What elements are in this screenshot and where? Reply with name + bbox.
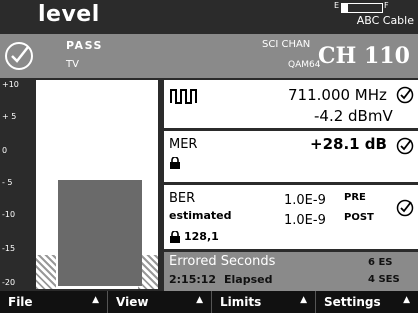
- ber-label: BER: [169, 191, 196, 206]
- mer-value: +28.1 dB: [310, 135, 387, 153]
- level-meter: +10 + 5 0 - 5 -10 -15 -20: [0, 78, 160, 291]
- level-bar: [58, 179, 142, 286]
- pass-check-icon: [5, 42, 33, 70]
- battery-full-label: F: [384, 1, 389, 10]
- ber-check-icon: [396, 199, 414, 217]
- battery-empty-label: E: [334, 1, 340, 10]
- lock-icon: [170, 157, 180, 169]
- scale-label: -10: [2, 210, 16, 219]
- errored-seconds-panel[interactable]: Errored Seconds 2:15:12 Elapsed 6 ES 4 S…: [164, 252, 418, 291]
- pass-status: PASS: [66, 39, 103, 52]
- settings-softkey[interactable]: Settings ▲: [316, 291, 418, 313]
- limits-label: Limits: [220, 295, 262, 309]
- file-softkey[interactable]: File ▲: [0, 291, 108, 313]
- elapsed-label: Elapsed: [224, 273, 273, 286]
- level-value: -4.2 dBmV: [314, 107, 393, 125]
- ber-post-value: 1.0E-9: [284, 213, 326, 228]
- errored-seconds-label: Errored Seconds: [169, 254, 276, 269]
- level-check-icon: [396, 86, 414, 104]
- view-label: View: [116, 295, 149, 309]
- ber-lock-value: 128,1: [184, 230, 219, 243]
- mode-label: ABC Cable: [356, 14, 414, 27]
- ses-count: 4 SES: [368, 274, 400, 285]
- mer-panel[interactable]: MER +28.1 dB: [164, 131, 418, 182]
- square-wave-icon: [170, 89, 197, 104]
- elapsed-time: 2:15:12: [169, 273, 217, 286]
- ber-panel[interactable]: BER estimated 128,1 1.0E-9 PRE 1.0E-9 PO…: [164, 185, 418, 249]
- battery-fill: [342, 4, 348, 12]
- caret-up-icon: ▲: [196, 295, 203, 305]
- channel-plan-label: SCI CHAN: [262, 39, 311, 50]
- meter-plot: [36, 80, 158, 289]
- scale-label: 0: [2, 146, 8, 155]
- caret-up-icon: ▲: [300, 295, 307, 305]
- settings-label: Settings: [324, 295, 381, 309]
- modulation-label: QAM64: [288, 60, 321, 70]
- frequency-value: 711.000 MHz: [288, 86, 387, 104]
- scale-label: +10: [2, 80, 19, 89]
- es-count: 6 ES: [368, 257, 393, 268]
- view-softkey[interactable]: View ▲: [108, 291, 212, 313]
- ber-post-label: POST: [344, 212, 374, 223]
- mer-label: MER: [169, 137, 198, 152]
- lock-icon: [170, 231, 180, 243]
- screen-title: level: [38, 2, 100, 27]
- level-panel[interactable]: 711.000 MHz -4.2 dBmV: [164, 80, 418, 128]
- limits-softkey[interactable]: Limits ▲: [212, 291, 316, 313]
- scale-label: - 5: [2, 178, 13, 187]
- battery-icon: [341, 3, 383, 13]
- ber-pre-value: 1.0E-9: [284, 193, 326, 208]
- scale-label: -15: [2, 244, 16, 253]
- ber-pre-label: PRE: [344, 192, 366, 203]
- signal-type: TV: [66, 59, 79, 70]
- scale-label: -20: [2, 278, 16, 287]
- file-label: File: [8, 295, 33, 309]
- low-limit-hatch: [36, 255, 56, 289]
- caret-up-icon: ▲: [403, 295, 410, 305]
- caret-up-icon: ▲: [92, 295, 99, 305]
- readings-panel: 711.000 MHz -4.2 dBmV MER +28.1 dB BER e…: [164, 78, 418, 291]
- status-row: PASS TV SCI CHAN QAM64 CH 110: [0, 34, 418, 78]
- scale-label: + 5: [2, 112, 17, 121]
- channel-number[interactable]: CH 110: [318, 43, 410, 69]
- ber-estimated-label: estimated: [169, 209, 232, 222]
- mer-check-icon: [396, 137, 414, 155]
- top-bar: level E F ABC Cable: [0, 0, 418, 34]
- softkey-bar: File ▲ View ▲ Limits ▲ Settings ▲: [0, 291, 418, 313]
